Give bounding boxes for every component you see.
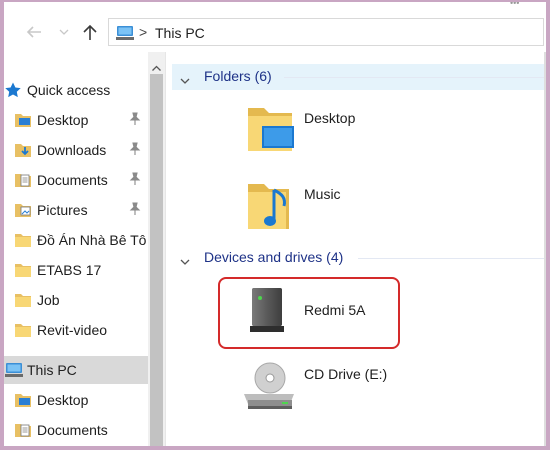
nav-item-label: ETABS 17 xyxy=(37,262,102,278)
pin-icon[interactable] xyxy=(129,142,141,161)
nav-item-label: Documents xyxy=(37,422,108,438)
back-button[interactable] xyxy=(22,20,46,44)
recent-locations-button[interactable] xyxy=(52,20,76,44)
nav-item-pictures[interactable]: Pictures xyxy=(0,196,148,224)
navigation-bar: > This PC xyxy=(0,14,550,50)
nav-item-label: Revit-video xyxy=(37,322,108,338)
group-title: Folders (6) xyxy=(204,68,272,84)
nav-item-this-pc[interactable]: This PC xyxy=(0,356,148,384)
nav-item-etabs-17[interactable]: ETABS 17 xyxy=(0,256,148,284)
nav-item-job[interactable]: Job xyxy=(0,286,148,314)
nav-item-this-pc-documents[interactable]: Documents xyxy=(0,416,148,444)
group-header-devices[interactable]: Devices and drives (4) xyxy=(172,245,544,271)
pin-icon[interactable] xyxy=(129,112,141,131)
pictures-folder-icon xyxy=(14,202,32,218)
group-header-folders[interactable]: Folders (6) xyxy=(172,64,544,90)
breadcrumb-separator: > xyxy=(139,24,148,40)
chevron-down-icon[interactable] xyxy=(180,253,190,271)
up-arrow-icon xyxy=(82,23,98,41)
nav-item-label: Quick access xyxy=(27,82,111,98)
nav-item-revit-video[interactable]: Revit-video xyxy=(0,316,148,344)
breadcrumb-this-pc[interactable]: This PC xyxy=(155,25,205,41)
desktop-folder-icon xyxy=(14,392,32,408)
music-folder-large-icon xyxy=(244,176,298,239)
nav-item-label: Documents xyxy=(37,172,108,188)
chevron-down-icon xyxy=(59,28,69,36)
folder-icon xyxy=(14,262,32,278)
pin-icon[interactable] xyxy=(129,172,141,191)
nav-item-label: Downloads xyxy=(37,142,107,158)
this-pc-icon xyxy=(115,25,135,46)
cd-drive-icon xyxy=(240,358,298,419)
group-divider-line xyxy=(284,77,544,78)
star-icon xyxy=(4,82,22,98)
nav-item-label: This PC xyxy=(27,362,77,378)
documents-folder-icon xyxy=(14,172,32,188)
content-scrollbar-edge xyxy=(544,52,546,450)
back-arrow-icon xyxy=(25,25,43,39)
documents-folder-icon xyxy=(14,422,32,438)
group-title: Devices and drives (4) xyxy=(204,249,344,265)
nav-item-desktop[interactable]: Desktop xyxy=(0,106,148,134)
this-pc-icon xyxy=(4,362,23,378)
folder-icon xyxy=(14,292,32,308)
navigation-pane: Quick access Desktop Downloads Documents xyxy=(0,52,148,450)
nav-item-label: Job xyxy=(37,292,60,308)
window-top-right-glyph: ••• xyxy=(510,0,520,8)
folder-tile-desktop[interactable]: Desktop xyxy=(242,100,462,162)
navigation-pane-scrollbar[interactable] xyxy=(148,52,165,450)
content-area: Folders (6) Desktop Music Devices and dr… xyxy=(166,52,550,450)
chevron-down-icon[interactable] xyxy=(180,72,190,90)
desktop-folder-large-icon xyxy=(244,100,298,161)
nav-item-label: Desktop xyxy=(37,392,89,408)
scrollbar-thumb[interactable] xyxy=(150,74,163,450)
folder-name: Desktop xyxy=(304,110,356,126)
device-tile-cd-drive[interactable]: CD Drive (E:) xyxy=(242,358,462,420)
window-top-strip: ••• xyxy=(0,0,550,12)
folder-icon xyxy=(14,322,32,338)
folder-tile-music[interactable]: Music xyxy=(242,176,462,238)
address-bar[interactable]: > This PC xyxy=(108,18,544,46)
device-name: CD Drive (E:) xyxy=(304,366,388,382)
nav-item-label: Pictures xyxy=(37,202,88,218)
up-button[interactable] xyxy=(78,20,102,44)
nav-item-do-an-nha-be-to[interactable]: Đồ Án Nhà Bê Tô xyxy=(0,226,148,254)
folder-icon xyxy=(14,232,32,248)
folder-name: Music xyxy=(304,186,341,202)
group-divider-line xyxy=(358,258,544,259)
nav-item-quick-access[interactable]: Quick access xyxy=(0,76,148,104)
nav-item-downloads[interactable]: Downloads xyxy=(0,136,148,164)
annotation-highlight-box xyxy=(218,277,400,349)
nav-item-documents[interactable]: Documents xyxy=(0,166,148,194)
nav-item-this-pc-desktop[interactable]: Desktop xyxy=(0,386,148,414)
pin-icon[interactable] xyxy=(129,202,141,221)
desktop-folder-icon xyxy=(14,112,32,128)
downloads-folder-icon xyxy=(14,142,32,158)
nav-item-label: Desktop xyxy=(37,112,89,128)
nav-item-label: Đồ Án Nhà Bê Tô xyxy=(37,232,147,248)
